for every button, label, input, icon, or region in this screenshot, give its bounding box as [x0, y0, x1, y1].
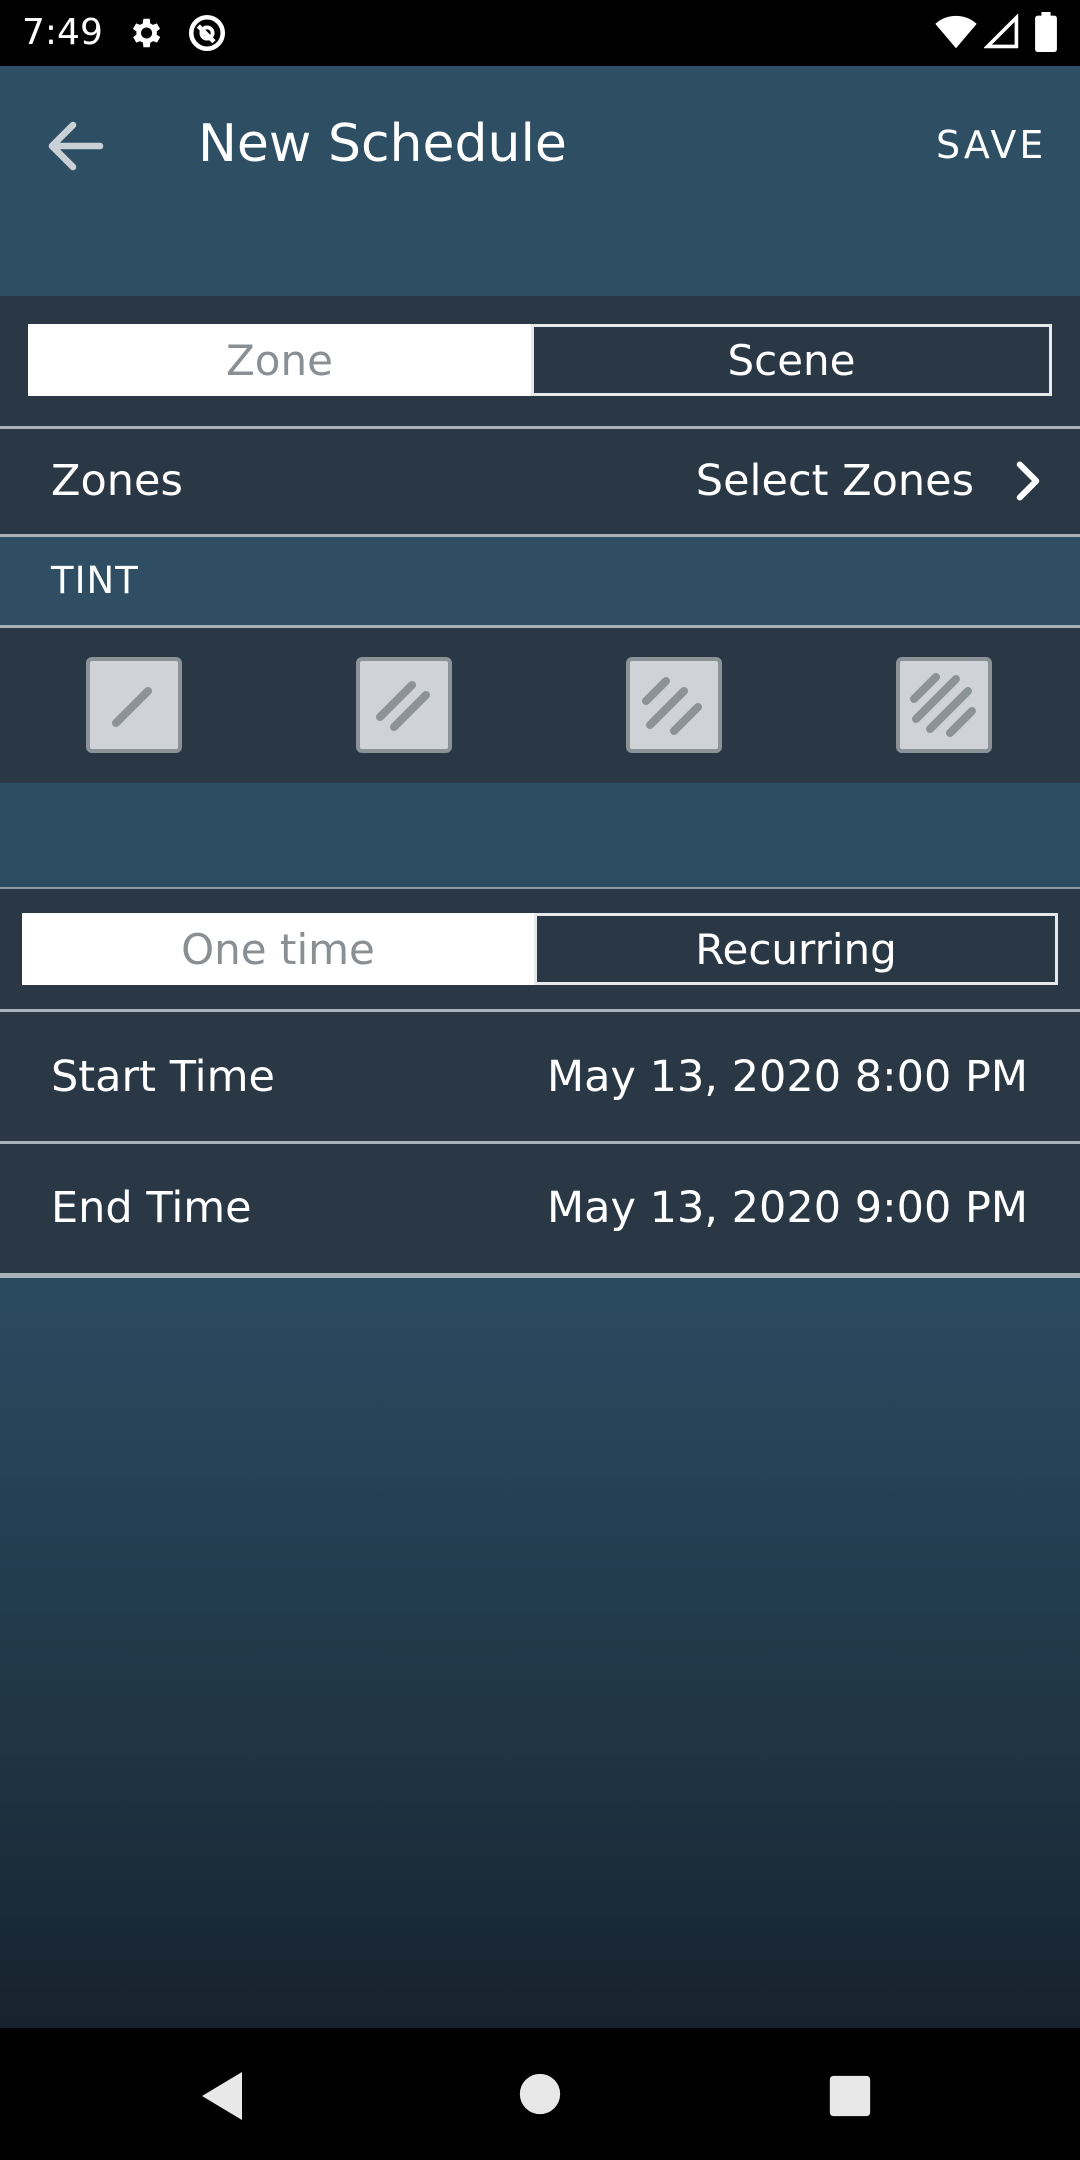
system-nav-bar — [0, 2028, 1080, 2160]
zones-row[interactable]: Zones Select Zones — [0, 429, 1080, 534]
tint-header-label: TINT — [51, 559, 139, 602]
tint-level-2-icon — [376, 681, 430, 731]
app-bar — [0, 66, 1080, 296]
tint-level-4-button[interactable] — [896, 657, 992, 753]
page-title: New Schedule — [198, 114, 567, 174]
sync-circle-icon — [188, 14, 226, 52]
target-segmented-control: Zone Scene — [28, 324, 1052, 396]
status-bar: 7:49 — [0, 0, 1080, 66]
tint-section-header: TINT — [0, 537, 1080, 625]
frequency-toggle-panel: One time Recurring — [0, 889, 1080, 1009]
tint-level-3-icon — [642, 677, 702, 735]
back-triangle-icon[interactable] — [198, 2070, 246, 2122]
save-button[interactable]: SAVE — [936, 120, 1046, 170]
wifi-icon — [935, 15, 977, 49]
tint-level-1-icon — [112, 687, 152, 727]
end-time-label: End Time — [51, 1183, 252, 1233]
recents-square-icon[interactable] — [828, 2074, 872, 2118]
zones-label: Zones — [51, 456, 183, 506]
divider — [0, 1273, 1080, 1278]
segment-zone[interactable]: Zone — [28, 324, 531, 396]
home-circle-icon[interactable] — [518, 2072, 562, 2116]
start-time-row[interactable]: Start Time May 13, 2020 8:00 PM — [0, 1012, 1080, 1141]
segment-one-time[interactable]: One time — [22, 913, 534, 985]
tint-level-4-icon — [910, 673, 976, 737]
tint-level-2-button[interactable] — [356, 657, 452, 753]
status-time: 7:49 — [22, 12, 103, 53]
tint-levels-panel — [0, 628, 1080, 783]
target-toggle-panel: Zone Scene — [0, 296, 1080, 426]
chevron-right-icon — [1016, 461, 1040, 501]
start-time-label: Start Time — [51, 1052, 275, 1102]
end-time-value: May 13, 2020 9:00 PM — [547, 1183, 1028, 1233]
cell-signal-icon — [984, 14, 1019, 49]
frequency-segmented-control: One time Recurring — [22, 913, 1058, 985]
start-time-value: May 13, 2020 8:00 PM — [547, 1052, 1028, 1102]
segment-recurring[interactable]: Recurring — [534, 913, 1058, 985]
select-zones-value: Select Zones — [695, 456, 974, 506]
segment-scene[interactable]: Scene — [531, 324, 1052, 396]
tint-level-3-button[interactable] — [626, 657, 722, 753]
arrow-left-icon — [48, 121, 104, 171]
settings-gear-icon — [132, 18, 161, 48]
battery-icon — [1035, 12, 1057, 52]
back-button[interactable] — [40, 110, 112, 182]
end-time-row[interactable]: End Time May 13, 2020 9:00 PM — [0, 1144, 1080, 1273]
tint-level-1-button[interactable] — [86, 657, 182, 753]
